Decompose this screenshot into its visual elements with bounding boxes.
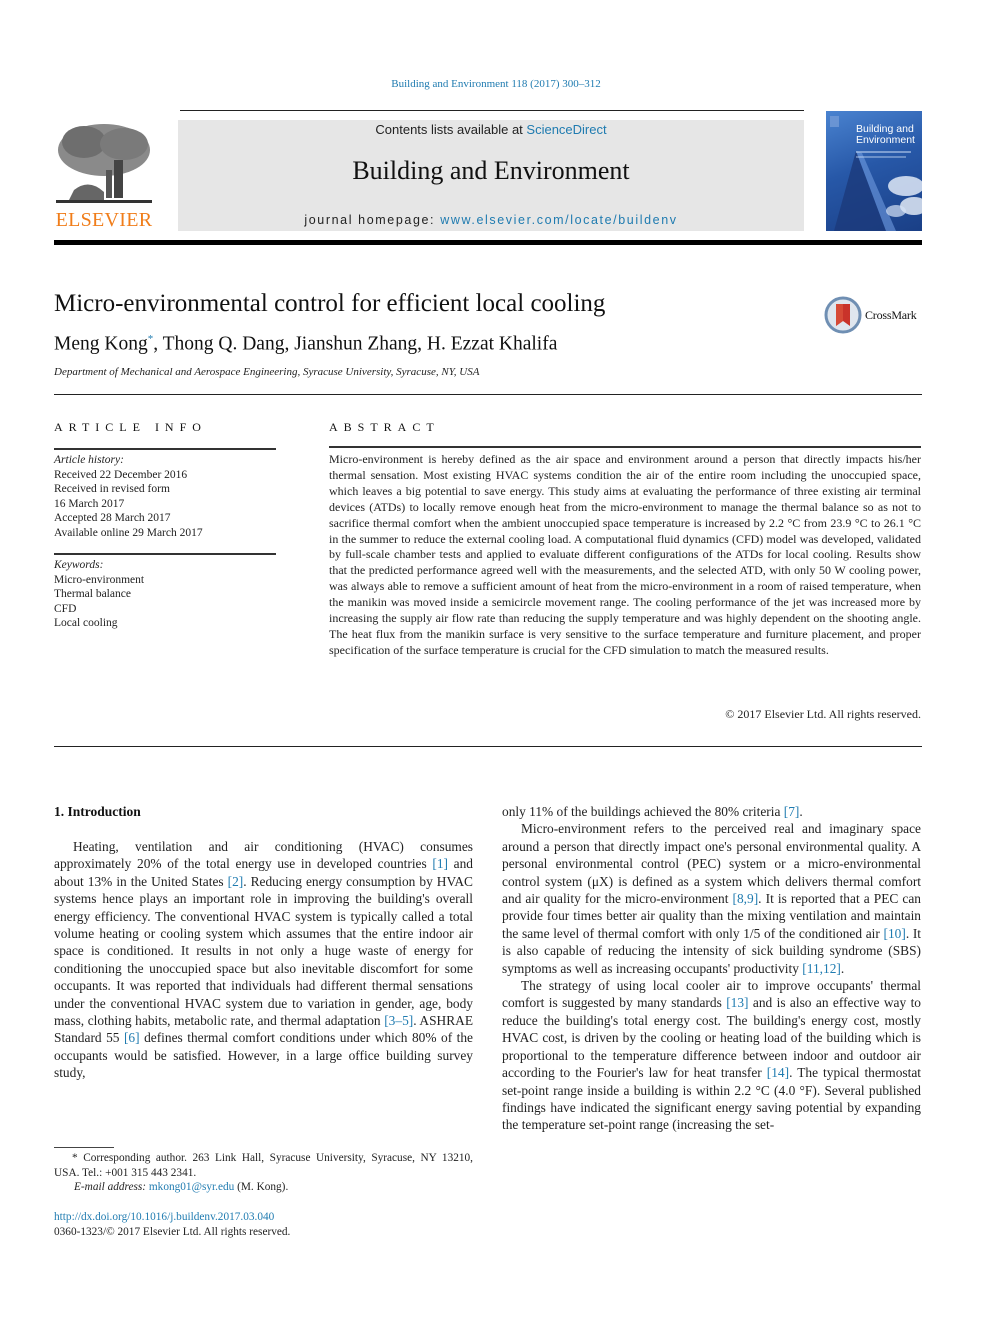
header-rule [180,110,804,111]
abstract-bottom-rule [54,746,922,747]
affiliation: Department of Mechanical and Aerospace E… [54,366,480,378]
text-run: Heating, ventilation and air conditionin… [54,839,473,872]
cover-title: Building and Environment [856,124,915,146]
keyword: CFD [54,602,77,615]
intro-left-column: Heating, ventilation and air conditionin… [54,838,473,1082]
email-suffix: (M. Kong). [234,1181,289,1193]
keyword: Micro-environment [54,573,145,586]
abstract-heading: ABSTRACT [329,420,440,434]
journal-cover-image[interactable]: Building and Environment [826,111,922,231]
history-item: 16 March 2017 [54,497,125,510]
issn-copyright: 0360-1323/© 2017 Elsevier Ltd. All right… [54,1226,291,1238]
article-history: Article history: Received 22 December 20… [54,453,276,540]
footnote-rule [54,1147,114,1148]
history-item: Received 22 December 2016 [54,468,188,481]
crossmark-icon [824,296,862,334]
article-info: ARTICLE INFO Article history: Received 2… [54,420,276,631]
intro-paragraph: only 11% of the buildings achieved the 8… [502,803,921,820]
sciencedirect-link[interactable]: ScienceDirect [526,122,606,137]
reference-link[interactable]: [7] [784,804,800,819]
history-item: Available online 29 March 2017 [54,526,203,539]
intro-paragraph: Micro-environment refers to the perceive… [502,820,921,977]
elsevier-wordmark: ELSEVIER [55,209,153,231]
keywords: Keywords: Micro-environment Thermal bala… [54,558,276,631]
keyword: Thermal balance [54,588,131,600]
reference-link[interactable]: [1] [432,856,448,871]
keywords-label: Keywords: [54,559,104,571]
crossmark-button[interactable]: CrossMark [824,296,924,336]
article-history-label: Article history: [54,454,124,466]
reference-link[interactable]: [13] [726,995,748,1010]
crossmark-label: CrossMark [865,308,917,322]
history-item: Received in revised form [54,483,170,495]
contents-line: Contents lists available at ScienceDirec… [178,122,804,137]
homepage-prefix: journal homepage: [304,213,441,227]
journal-homepage: journal homepage: www.elsevier.com/locat… [178,213,804,227]
doi-block: http://dx.doi.org/10.1016/j.buildenv.201… [54,1210,290,1240]
journal-citation-link[interactable]: Building and Environment 118 (2017) 300–… [0,78,992,90]
reference-link[interactable]: [2] [228,874,244,889]
abstract-body: Micro-environment is hereby defined as t… [329,452,921,657]
corresponding-author-text: * Corresponding author. 263 Link Hall, S… [54,1152,473,1179]
text-run: . Reducing energy consumption by HVAC sy… [54,873,473,1029]
text-run: only 11% of the buildings achieved the 8… [502,804,784,819]
author-list: Meng Kong*, Thong Q. Dang, Jianshun Zhan… [54,333,557,356]
elsevier-tree-icon [56,124,152,203]
reference-link[interactable]: [14] [767,1065,789,1080]
email-line: E-mail address: mkong01@syr.edu (M. Kong… [54,1180,473,1195]
reference-link[interactable]: [10] [884,926,906,941]
elsevier-logo[interactable]: ELSEVIER [54,120,154,232]
text-run: . [799,804,803,819]
section-heading-introduction: 1. Introduction [54,804,141,819]
email-label: E-mail address: [74,1181,149,1193]
email-link[interactable]: mkong01@syr.edu [149,1181,234,1193]
reference-link[interactable]: [3–5] [384,1013,413,1028]
keywords-rule [54,553,276,555]
doi-link[interactable]: http://dx.doi.org/10.1016/j.buildenv.201… [54,1211,274,1223]
intro-right-column: only 11% of the buildings achieved the 8… [502,803,921,1134]
header-thick-rule [54,240,922,245]
article-title: Micro-environmental control for efficien… [54,290,606,317]
journal-name: Building and Environment [352,156,630,185]
intro-paragraph: Heating, ventilation and air conditionin… [54,838,473,1082]
intro-paragraph: The strategy of using local cooler air t… [502,977,921,1134]
keyword: Local cooling [54,617,118,629]
author-name: Meng Kong [54,333,148,355]
corresponding-author-footnote: * Corresponding author. 263 Link Hall, S… [54,1151,473,1195]
article-info-rule [54,448,276,450]
cover-title-line2: Environment [856,134,915,146]
text-run: . [840,960,845,976]
homepage-link[interactable]: www.elsevier.com/locate/buildenv [440,213,677,227]
title-divider [54,394,922,395]
reference-link[interactable]: [8,9] [733,891,759,906]
reference-link[interactable]: [11,12] [802,961,841,976]
contents-prefix: Contents lists available at [375,122,527,137]
article-info-heading: ARTICLE INFO [54,420,207,434]
other-authors: , Thong Q. Dang, Jianshun Zhang, H. Ezza… [153,333,558,355]
reference-link[interactable]: [6] [124,1030,140,1045]
history-item: Accepted 28 March 2017 [54,512,171,524]
abstract-rule [329,446,921,448]
abstract-copyright: © 2017 Elsevier Ltd. All rights reserved… [725,707,921,721]
